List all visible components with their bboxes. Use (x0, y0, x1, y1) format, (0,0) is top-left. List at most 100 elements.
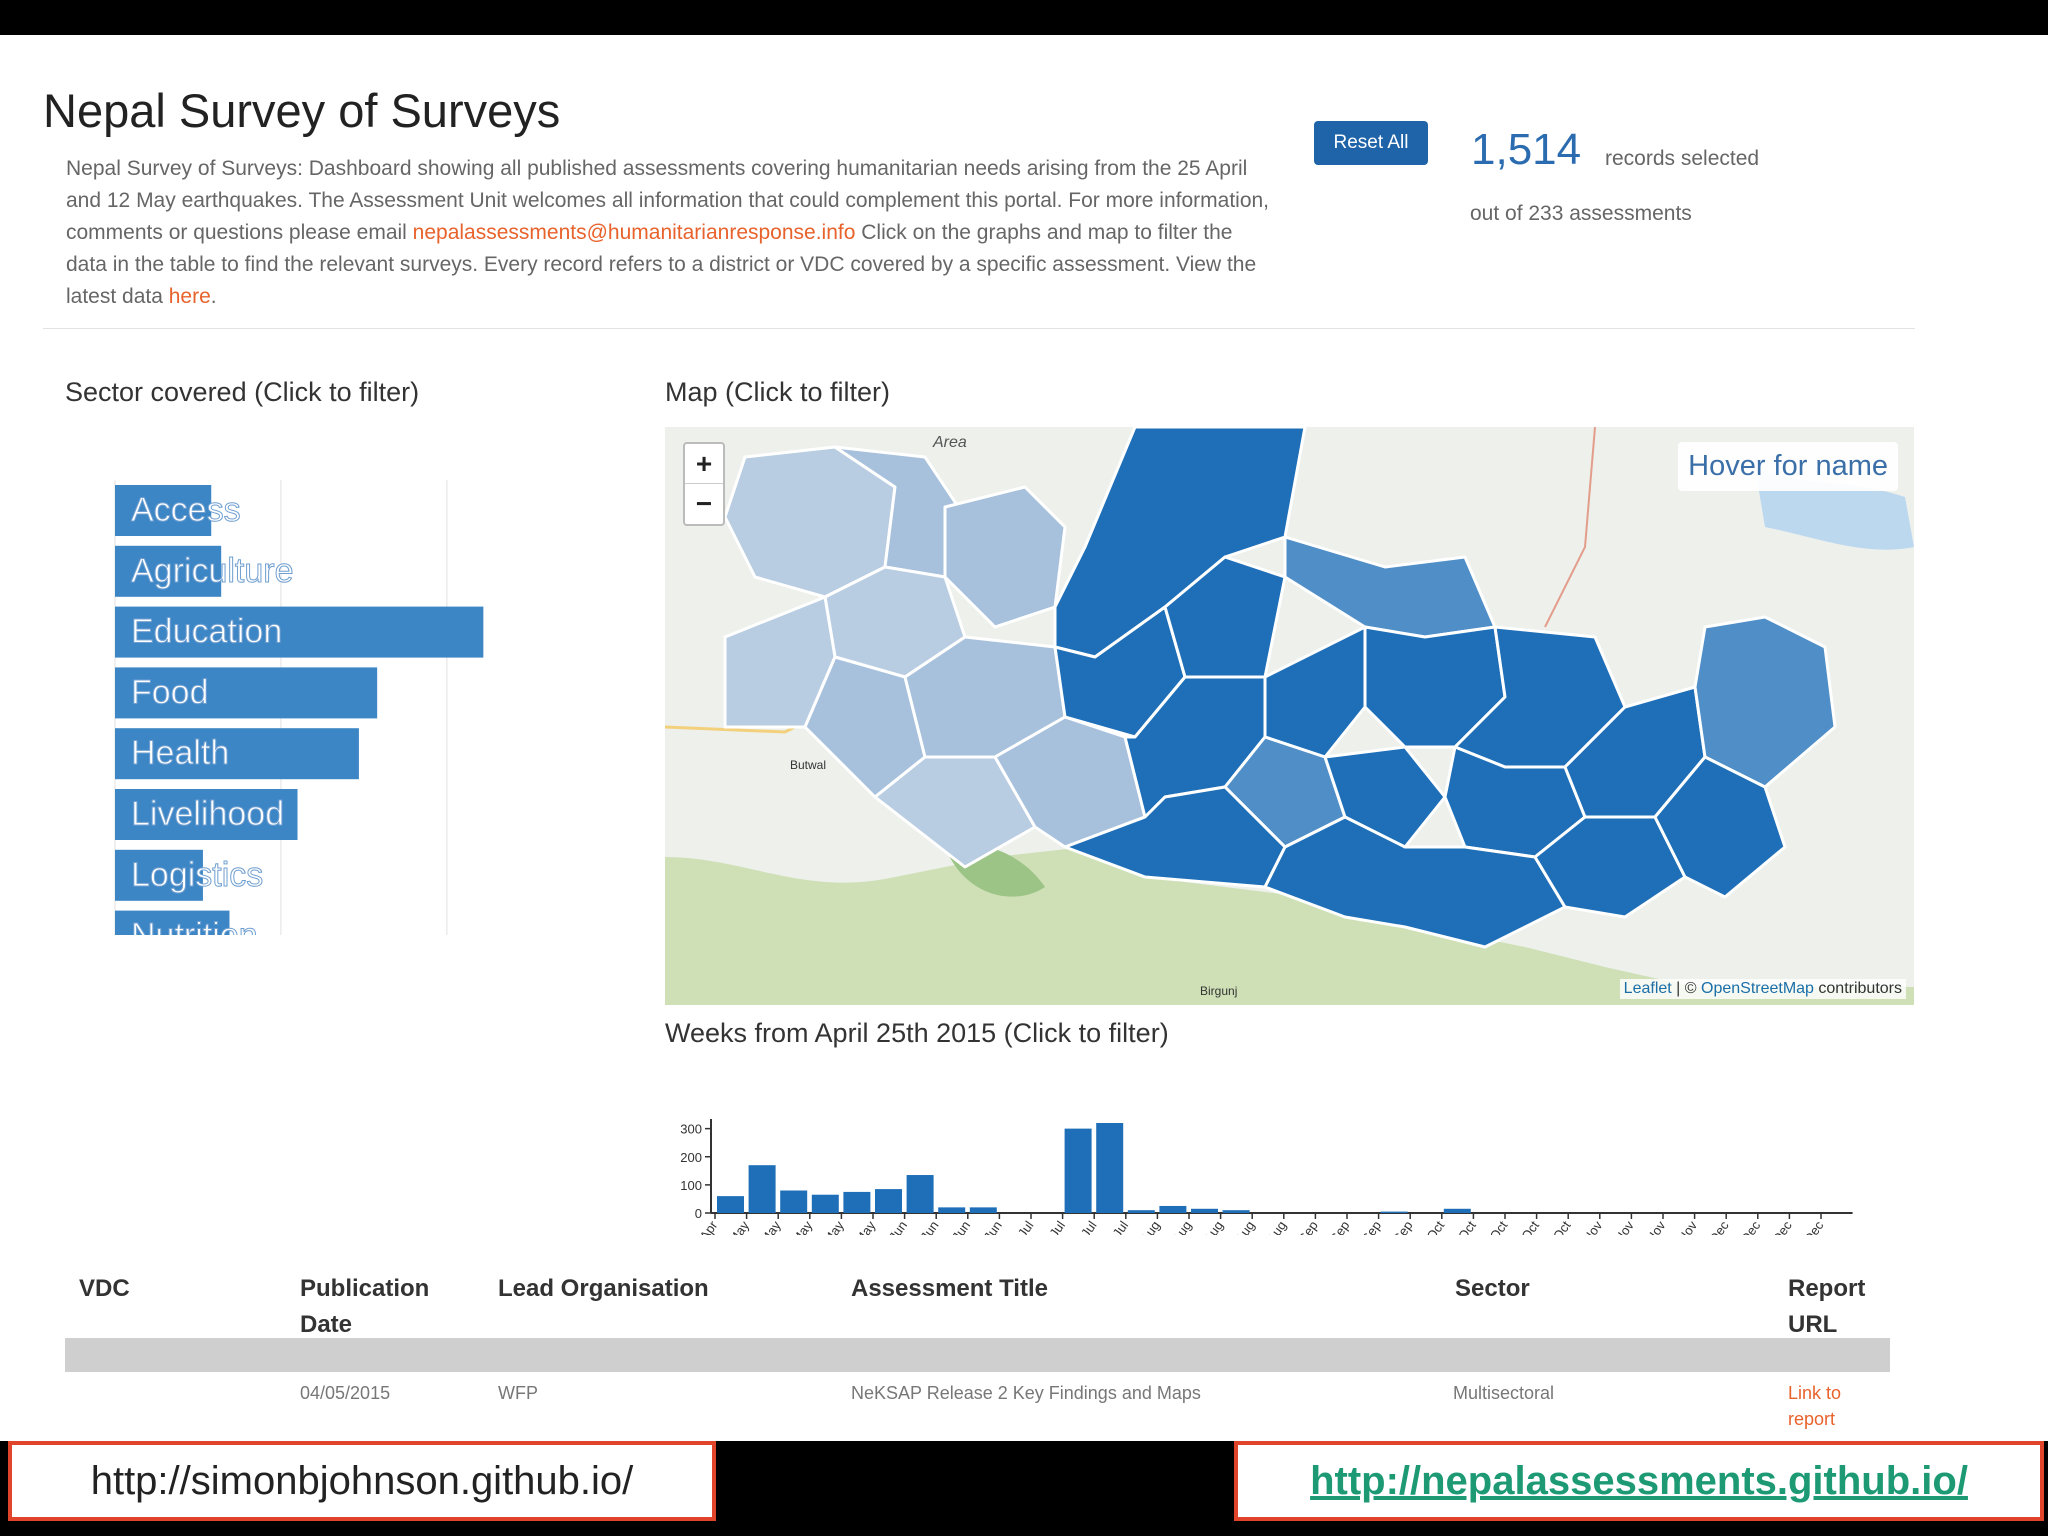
col-title-line2: Assessment Title (851, 1275, 1048, 1302)
cell-org: WFP (498, 1383, 538, 1403)
zoom-out-button[interactable]: − (685, 484, 723, 523)
week-bar[interactable] (969, 1207, 997, 1213)
week-bar[interactable] (1380, 1211, 1408, 1213)
weeks-x-tick-label: 29 Aug (1254, 1218, 1290, 1235)
author-url: http://simonbjohnson.github.io/ (8, 1441, 716, 1521)
weeks-x-tick-label: 1 Aug (1131, 1218, 1162, 1235)
weeks-x-tick-label: 11 Jul (1036, 1218, 1068, 1235)
sector-bar-label: Food (131, 673, 209, 711)
col-report-url[interactable]: Report URL (1788, 1271, 1865, 1343)
cell-date: 04/05/2015 (300, 1383, 391, 1403)
weeks-y-tick-label: 100 (680, 1178, 702, 1193)
weeks-x-tick-label: 25 Jul (1099, 1218, 1131, 1235)
col-sector[interactable]: Sector (1455, 1271, 1530, 1307)
week-bar[interactable] (906, 1175, 934, 1213)
weeks-x-tick-label: 26 Dec (1791, 1218, 1827, 1235)
attribution-contributors: contributors (1813, 980, 1902, 997)
week-bar[interactable] (1127, 1210, 1155, 1213)
sector-bar-label: Logistics (131, 856, 263, 894)
week-bar[interactable] (748, 1165, 776, 1213)
weeks-x-tick-label: 5 Sep (1289, 1218, 1321, 1235)
weeks-x-tick-label: 4 Jul (1008, 1218, 1036, 1235)
report-link-line2: report (1788, 1409, 1836, 1429)
weeks-x-tick-label: 2 May (719, 1218, 752, 1235)
cell-url: Link to report (1788, 1380, 1841, 1432)
weeks-x-tick-label: 7 Nov (1573, 1218, 1605, 1235)
col-url-line1: Report (1788, 1275, 1866, 1302)
weeks-x-tick-label: 28 Nov (1664, 1218, 1700, 1235)
weeks-x-tick-label: 20 Jun (939, 1218, 974, 1235)
weeks-x-tick-label: 18 Jul (1067, 1218, 1099, 1235)
weeks-x-tick-label: 24 Oct (1508, 1218, 1542, 1235)
sector-bar-label: Agriculture (131, 552, 294, 590)
weeks-x-tick-label: 13 Jun (907, 1218, 942, 1235)
sector-chart[interactable]: 05001,000AccessAgricultureEducationFoodH… (0, 35, 620, 935)
weeks-x-tick-label: 3 Oct (1417, 1218, 1447, 1235)
weeks-chart-heading: Weeks from April 25th 2015 (Click to fil… (665, 1018, 1169, 1048)
weeks-x-tick-label: 26 Sep (1380, 1218, 1416, 1235)
col-vdc-line2: VDC (79, 1275, 130, 1302)
report-link-line1: Link to (1788, 1383, 1842, 1403)
weeks-x-tick-label: 27 Jun (970, 1218, 1005, 1235)
week-bar[interactable] (1443, 1208, 1471, 1213)
week-bar[interactable] (780, 1190, 808, 1214)
records-count: 1,514 (1471, 125, 1582, 174)
weeks-x-tick-label: 17 Oct (1476, 1218, 1510, 1235)
map-canvas[interactable]: Area Butwal Birgunj (665, 427, 1914, 1005)
week-bar[interactable] (1222, 1210, 1250, 1213)
col-lead-organisation[interactable]: Lead Organisation (498, 1271, 709, 1307)
weeks-x-tick-label: 10 Oct (1445, 1218, 1479, 1235)
col-publication-date[interactable]: Publication Date (300, 1271, 429, 1343)
map-label-birgunj: Birgunj (1200, 984, 1237, 998)
hover-name-box: Hover for name (1678, 442, 1898, 491)
weeks-x-tick-label: 14 Nov (1601, 1218, 1637, 1235)
weeks-x-tick-label: 19 Sep (1348, 1218, 1384, 1235)
sector-bar-label: Education (131, 613, 282, 651)
weeks-x-tick-label: 12 Dec (1727, 1218, 1763, 1235)
table-group-bar (65, 1338, 1890, 1372)
sector-bar-label: Access (131, 491, 241, 529)
cell-title: NeKSAP Release 2 Key Findings and Maps (851, 1383, 1201, 1403)
records-count-label: records selected (1605, 147, 1760, 170)
sector-bar-label: Livelihood (131, 795, 284, 833)
weeks-x-tick-label: 21 Nov (1633, 1218, 1669, 1235)
weeks-x-tick-label: 16 May (779, 1218, 816, 1235)
col-vdc[interactable]: VDC (79, 1271, 130, 1307)
map-label-area: Area (932, 434, 967, 451)
weeks-x-tick-label: 15 Aug (1191, 1218, 1227, 1235)
weeks-x-tick-label: 8 Aug (1163, 1218, 1194, 1235)
cell-sector: Multisectoral (1453, 1383, 1555, 1403)
weeks-x-tick-label: 22 Aug (1222, 1218, 1258, 1235)
week-bar[interactable] (938, 1207, 966, 1213)
col-date-line1: Publication (300, 1275, 430, 1302)
week-bar[interactable] (843, 1191, 871, 1213)
week-bar[interactable] (1096, 1123, 1124, 1213)
week-bar[interactable] (1191, 1208, 1218, 1213)
zoom-control: + − (683, 442, 725, 526)
week-bar[interactable] (811, 1194, 839, 1213)
week-bar[interactable] (717, 1196, 744, 1213)
sector-bar-label: Nutrition (131, 917, 258, 935)
report-link[interactable]: Link to report (1788, 1383, 1841, 1429)
dashboard-page: Nepal Survey of Surveys Nepal Survey of … (0, 35, 2048, 1441)
col-org-line2: Lead Organisation (498, 1275, 709, 1302)
col-assessment-title[interactable]: Assessment Title (851, 1271, 1048, 1307)
map-heading: Map (Click to filter) (665, 377, 891, 407)
week-bar[interactable] (1159, 1205, 1187, 1213)
weeks-x-tick-label: 25 Apr (687, 1218, 721, 1235)
weeks-x-tick-label: 23 May (810, 1218, 847, 1235)
weeks-x-tick-label: 9 May (751, 1218, 784, 1235)
weeks-x-tick-label: 5 Dec (1700, 1218, 1732, 1235)
dashboard-url-link[interactable]: http://nepalassessments.github.io/ (1234, 1441, 2044, 1521)
zoom-in-button[interactable]: + (685, 444, 723, 484)
map-attribution: Leaflet | © OpenStreetMap contributors (1619, 979, 1906, 999)
osm-link[interactable]: OpenStreetMap (1701, 980, 1814, 997)
leaflet-link[interactable]: Leaflet (1624, 980, 1672, 997)
weeks-y-tick-label: 300 (680, 1122, 702, 1137)
weeks-y-tick-label: 200 (680, 1150, 702, 1165)
week-bar[interactable] (1064, 1128, 1092, 1213)
district-map[interactable]: Area Butwal Birgunj + − Hover for name L… (665, 427, 1914, 1005)
week-bar[interactable] (875, 1189, 902, 1213)
weeks-chart[interactable]: 0 100 200 300 25 Apr2 May9 May16 May23 May30… (640, 1075, 1940, 1235)
reset-all-button[interactable]: Reset All (1314, 121, 1428, 165)
